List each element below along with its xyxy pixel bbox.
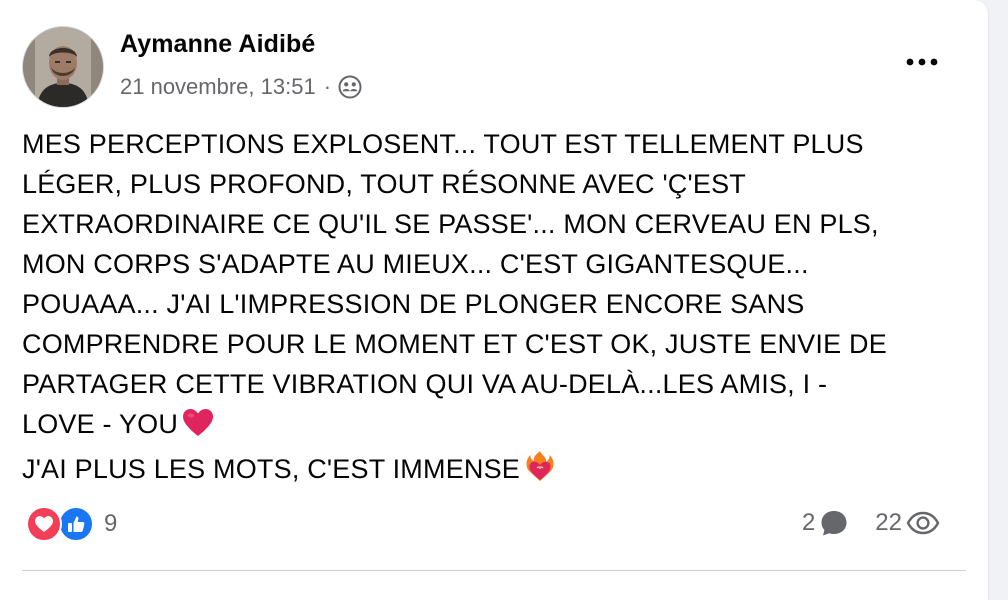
post-text-line: LÉGER, PLUS PROFOND, TOUT RÉSONNE AVEC '…: [22, 169, 746, 199]
post-card: Aymanne Aidibé 21 novembre, 13:51 · MES …: [0, 0, 988, 600]
more-options-button[interactable]: [896, 44, 948, 80]
post-meta: 21 novembre, 13:51 ·: [120, 74, 362, 100]
meta-separator: ·: [323, 74, 332, 99]
post-text-line-with-emoji: LOVE - YOU: [22, 404, 962, 449]
comment-icon: [821, 511, 847, 536]
author-name[interactable]: Aymanne Aidibé: [120, 30, 315, 59]
post-text-line: LOVE - YOU: [22, 409, 179, 439]
post-stats: 2 22: [802, 508, 940, 538]
post-text-line: COMPRENDRE POUR LE MOMENT ET C'EST OK, J…: [22, 329, 887, 359]
heart-on-fire-emoji: [524, 449, 556, 494]
post-text-line: MON CORPS S'ADAPTE AU MIEUX... C'EST GIG…: [22, 249, 809, 279]
view-count-button[interactable]: 22: [875, 509, 940, 537]
reactions-summary[interactable]: 9: [26, 506, 117, 542]
post-text-line: EXTRAORDINAIRE CE QU'IL SE PASSE'... MON…: [22, 209, 879, 239]
post-text-line: POUAAA... J'AI L'IMPRESSION DE PLONGER E…: [22, 289, 805, 319]
post-text-line: MES PERCEPTIONS EXPLOSENT... TOUT EST TE…: [22, 129, 864, 159]
love-reaction-icon: [26, 506, 62, 542]
like-reaction-icon: [58, 506, 94, 542]
avatar[interactable]: [22, 26, 104, 108]
post-text-line-with-emoji: J'AI PLUS LES MOTS, C'EST IMMENSE: [22, 449, 962, 494]
friends-icon[interactable]: [338, 75, 362, 99]
comment-count-button[interactable]: 2: [802, 508, 849, 538]
avatar-photo: [23, 27, 103, 107]
post-text-line: PARTAGER CETTE VIBRATION QUI VA AU-DELÀ.…: [22, 369, 828, 399]
post-text: MES PERCEPTIONS EXPLOSENT... TOUT EST TE…: [22, 124, 962, 494]
more-horizontal-icon: [906, 58, 938, 66]
red-heart-emoji: [182, 408, 214, 449]
divider: [22, 570, 966, 571]
view-count: 22: [875, 509, 902, 536]
post-text-line: J'AI PLUS LES MOTS, C'EST IMMENSE: [22, 454, 521, 484]
comment-count: 2: [801, 509, 816, 536]
eye-icon: [906, 511, 940, 535]
reaction-count: 9: [104, 510, 118, 537]
post-timestamp[interactable]: 21 novembre, 13:51: [120, 74, 316, 100]
